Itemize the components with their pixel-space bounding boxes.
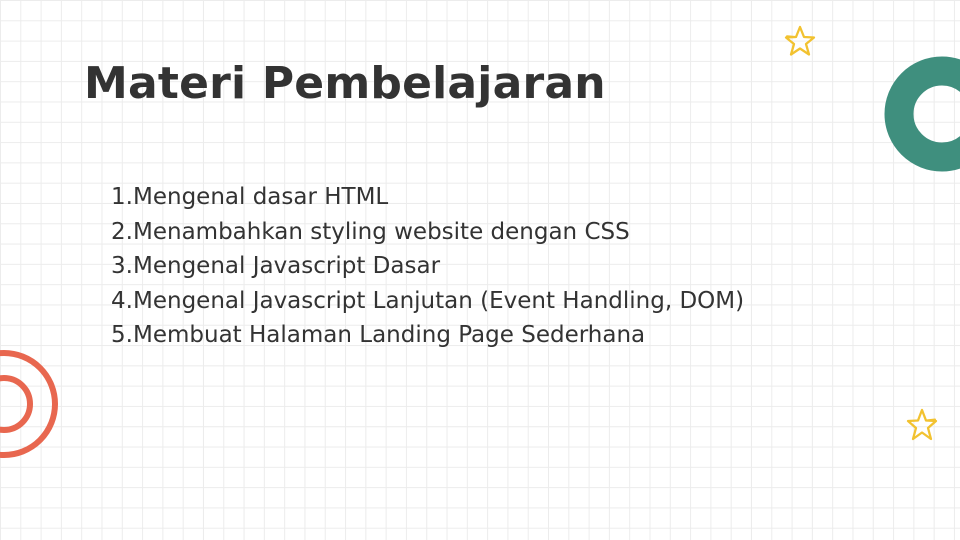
list-item-text: Mengenal Javascript Lanjutan (Event Hand…	[133, 287, 745, 314]
list-item-number: 3.	[111, 253, 133, 279]
list-item: 2. Menambahkan styling website dengan CS…	[84, 215, 764, 250]
list-item-number: 2.	[111, 218, 133, 245]
list-item-text: Menambahkan styling website dengan CSS	[133, 218, 630, 245]
list-item: 4. Mengenal Javascript Lanjutan (Event H…	[84, 284, 764, 319]
list-item: 3. Mengenal Javascript Dasar	[84, 249, 764, 284]
list-item-text: Mengenal Javascript Dasar	[133, 253, 441, 279]
list-item-number: 5.	[111, 322, 133, 348]
coral-rings-decoration	[0, 350, 58, 458]
topic-list: 1. Mengenal dasar HTML 2. Menambahkan st…	[84, 180, 764, 353]
list-item-number: 4.	[111, 287, 133, 314]
list-item-text: Membuat Halaman Landing Page Sederhana	[133, 322, 646, 348]
slide-title: Materi Pembelajaran	[84, 58, 606, 109]
list-item-text: Mengenal dasar HTML	[133, 184, 389, 210]
star-outline-icon	[906, 408, 938, 441]
teal-ring-decoration	[884, 56, 960, 172]
slide: Materi Pembelajaran 1. Mengenal dasar HT…	[0, 0, 960, 540]
star-outline-icon	[784, 25, 816, 56]
list-item: 5. Membuat Halaman Landing Page Sederhan…	[84, 318, 764, 353]
list-item-number: 1.	[111, 184, 133, 210]
list-item: 1. Mengenal dasar HTML	[84, 180, 764, 215]
